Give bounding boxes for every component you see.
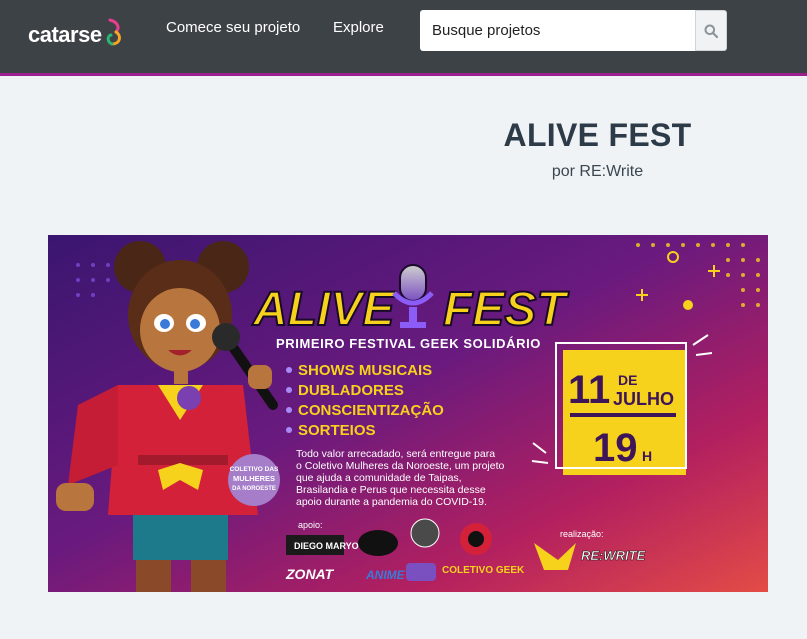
event-hour-unit: H xyxy=(642,448,652,464)
attraction-item: DUBLADORES xyxy=(298,382,404,399)
top-navigation-bar: catarse Comece seu projeto Explore xyxy=(0,0,807,73)
decorative-circle xyxy=(683,300,693,310)
event-title-right: FEST xyxy=(443,283,569,336)
project-banner-image: ALIVE FEST PRIMEIRO FESTIVAL GEEK SOLIDÁ… xyxy=(48,235,768,592)
realization-label: realização: xyxy=(560,529,604,539)
svg-text:Brasilandia e Perus que necess: Brasilandia e Perus que necessita desse xyxy=(296,484,486,496)
header-accent-line xyxy=(0,73,807,76)
sponsor-logo-zonat: ZONAT xyxy=(285,566,335,582)
project-title: ALIVE FEST xyxy=(503,117,692,153)
support-label: apoio: xyxy=(298,520,323,530)
logo-mark-icon xyxy=(106,18,121,46)
catarse-logo[interactable]: catarse xyxy=(28,12,124,48)
search-button[interactable] xyxy=(695,10,727,51)
collective-badge-line: MULHERES xyxy=(233,474,275,483)
event-date-de: DE xyxy=(618,372,637,388)
collective-badge-line: COLETIVO DAS xyxy=(230,466,279,473)
mic-logo-head xyxy=(399,264,427,302)
collective-badge: COLETIVO DAS MULHERES DA NOROESTE xyxy=(228,454,280,506)
event-day: 11 xyxy=(568,368,610,412)
attraction-item: CONSCIENTIZAÇÃO xyxy=(298,401,444,419)
event-title-left: ALIVE xyxy=(252,283,396,336)
search-icon xyxy=(704,24,718,38)
svg-text:apoio durante a pandemia do CO: apoio durante a pandemia do COVID-19. xyxy=(296,496,487,508)
project-author[interactable]: por RE:Write xyxy=(420,163,775,181)
event-month: JULHO xyxy=(613,389,674,409)
event-hour: 19 xyxy=(593,426,638,470)
svg-text:Todo valor arrecadado, será en: Todo valor arrecadado, será entregue par… xyxy=(296,448,495,460)
event-subtitle: PRIMEIRO FESTIVAL GEEK SOLIDÁRIO xyxy=(276,336,541,351)
attraction-item: SORTEIOS xyxy=(298,422,376,439)
sponsor-logo-diego: DIEGO MARYO xyxy=(294,541,359,551)
search-input[interactable] xyxy=(420,10,695,51)
logo-wordmark: catarse xyxy=(28,22,102,47)
attraction-item: SHOWS MUSICAIS xyxy=(298,362,432,379)
collective-badge-line: DA NOROESTE xyxy=(232,486,276,492)
svg-text:o Coletivo Mulheres da Noroest: o Coletivo Mulheres da Noroeste, um proj… xyxy=(296,460,505,472)
nav-explore-link[interactable]: Explore xyxy=(333,19,384,36)
sponsor-logo-coletivo-geek: COLETIVO GEEK xyxy=(442,565,525,576)
realizer-logo-rewrite: RE:WRITE xyxy=(581,548,646,563)
nav-start-project-link[interactable]: Comece seu projeto xyxy=(166,19,300,36)
sponsor-logo-anime: ANIME xyxy=(365,568,406,582)
svg-text:que ajuda a comunidade de Taip: que ajuda a comunidade de Taipas, xyxy=(296,472,462,484)
